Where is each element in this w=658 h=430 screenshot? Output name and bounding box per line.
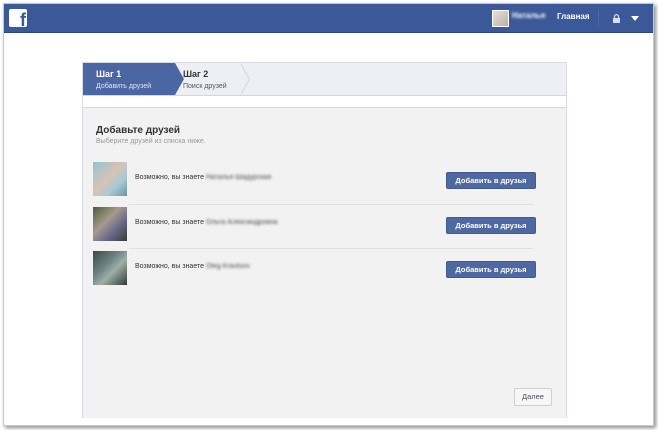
facebook-logo-icon[interactable]: f (9, 9, 27, 27)
friend-avatar[interactable] (93, 207, 127, 241)
add-friend-button[interactable]: Добавить в друзья (446, 261, 536, 278)
steps-bar: Шаг 1 Добавить друзей Шаг 2 Поиск друзей (83, 63, 566, 96)
user-avatar[interactable] (492, 10, 509, 27)
step-1-title: Шаг 1 (96, 69, 122, 79)
main-content: Добавьте друзей Выберите друзей из списк… (83, 107, 566, 418)
top-bar: f Наталья Главная (4, 4, 653, 33)
row-divider (129, 248, 533, 249)
lock-icon[interactable] (612, 14, 621, 23)
row-divider (129, 204, 533, 205)
suggestion-prefix: Возможно, вы знаете (135, 174, 204, 181)
list-item: Возможно, вы знаете Ольга Александровна … (93, 206, 538, 250)
friend-avatar[interactable] (93, 162, 127, 196)
caret-down-icon[interactable] (631, 16, 639, 21)
home-link[interactable]: Главная (557, 12, 590, 21)
list-item: Возможно, вы знаете Наталья Шадурская До… (93, 161, 538, 205)
header-divider (598, 10, 599, 26)
list-item: Возможно, вы знаете Oleg Kravtsov Добави… (93, 250, 538, 294)
step-2-title[interactable]: Шаг 2 (183, 69, 208, 79)
friend-name-link[interactable]: Наталья Шадурская (206, 174, 271, 181)
suggestion-text: Возможно, вы знаете Ольга Александровна (135, 219, 278, 226)
add-friend-button[interactable]: Добавить в друзья (446, 217, 536, 234)
step-1-tab[interactable] (83, 63, 175, 95)
add-friend-button[interactable]: Добавить в друзья (446, 172, 536, 189)
next-button[interactable]: Далее (514, 388, 552, 406)
step-2-subtitle: Поиск друзей (183, 83, 227, 90)
suggestion-text: Возможно, вы знаете Oleg Kravtsov (135, 263, 250, 270)
suggestion-prefix: Возможно, вы знаете (135, 263, 204, 270)
find-friends-panel: Шаг 1 Добавить друзей Шаг 2 Поиск друзей… (82, 62, 567, 418)
suggestion-text: Возможно, вы знаете Наталья Шадурская (135, 174, 271, 181)
step-1-subtitle: Добавить друзей (96, 83, 152, 90)
friend-name-link[interactable]: Oleg Kravtsov (206, 263, 250, 270)
friend-name-link[interactable]: Ольга Александровна (206, 219, 278, 226)
page-subtitle: Выберите друзей из списка ниже. (96, 138, 206, 145)
browser-frame: f Наталья Главная Шаг 1 Добавить друзей … (3, 3, 654, 426)
user-name-link[interactable]: Наталья (512, 11, 545, 20)
page-title: Добавьте друзей (96, 125, 181, 136)
suggestion-prefix: Возможно, вы знаете (135, 219, 204, 226)
logo-letter: f (20, 10, 26, 27)
step-1-arrow (175, 63, 184, 95)
friend-avatar[interactable] (93, 251, 127, 285)
step-2-arrow-inner (240, 63, 249, 95)
